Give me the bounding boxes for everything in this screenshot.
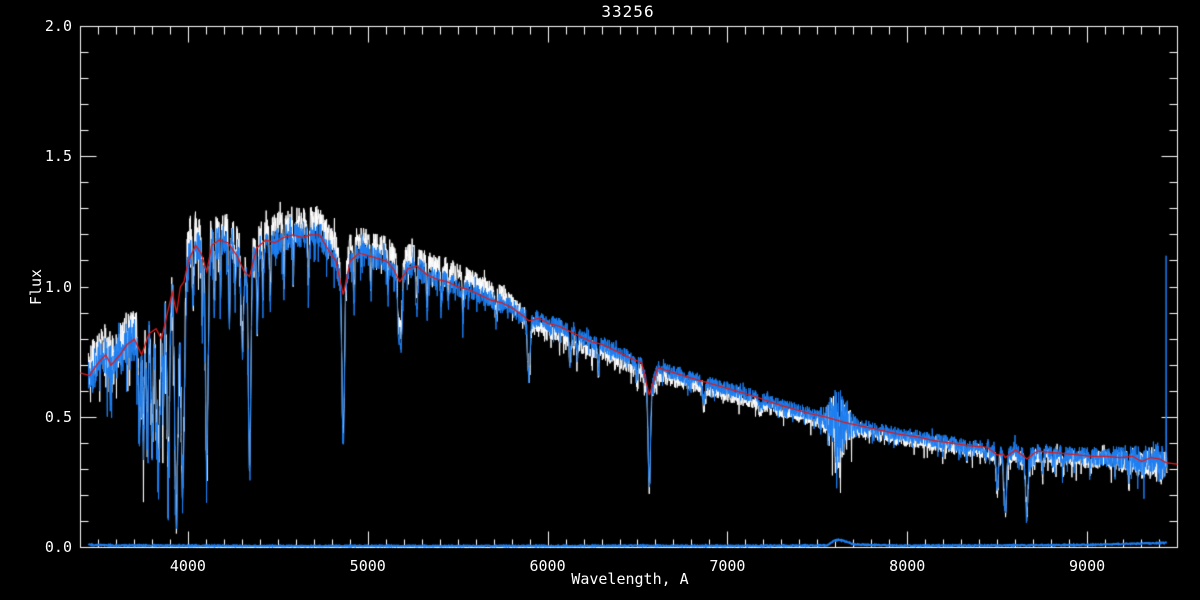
y-tick-label: 0.0 — [44, 538, 72, 556]
spectrum-plot-canvas — [0, 0, 1200, 600]
spectrum-plot-window: 33256 Wavelength, A Flux 4000 5000 6000 700… — [0, 0, 1200, 600]
y-tick-label: 1.5 — [44, 147, 72, 166]
y-tick-label: 1.0 — [44, 277, 72, 296]
x-tick-label: 7000 — [709, 557, 746, 575]
x-tick-label: 8000 — [889, 557, 926, 575]
y-tick-label: 2.0 — [44, 17, 72, 35]
y-tick-label: 0.5 — [44, 407, 72, 426]
x-axis-label: Wavelength, A — [571, 570, 689, 588]
x-tick-label: 5000 — [349, 557, 386, 575]
x-tick-label: 4000 — [169, 557, 206, 575]
chart-title: 33256 — [601, 2, 655, 21]
x-tick-label: 6000 — [529, 557, 566, 575]
x-tick-label: 9000 — [1069, 557, 1106, 575]
